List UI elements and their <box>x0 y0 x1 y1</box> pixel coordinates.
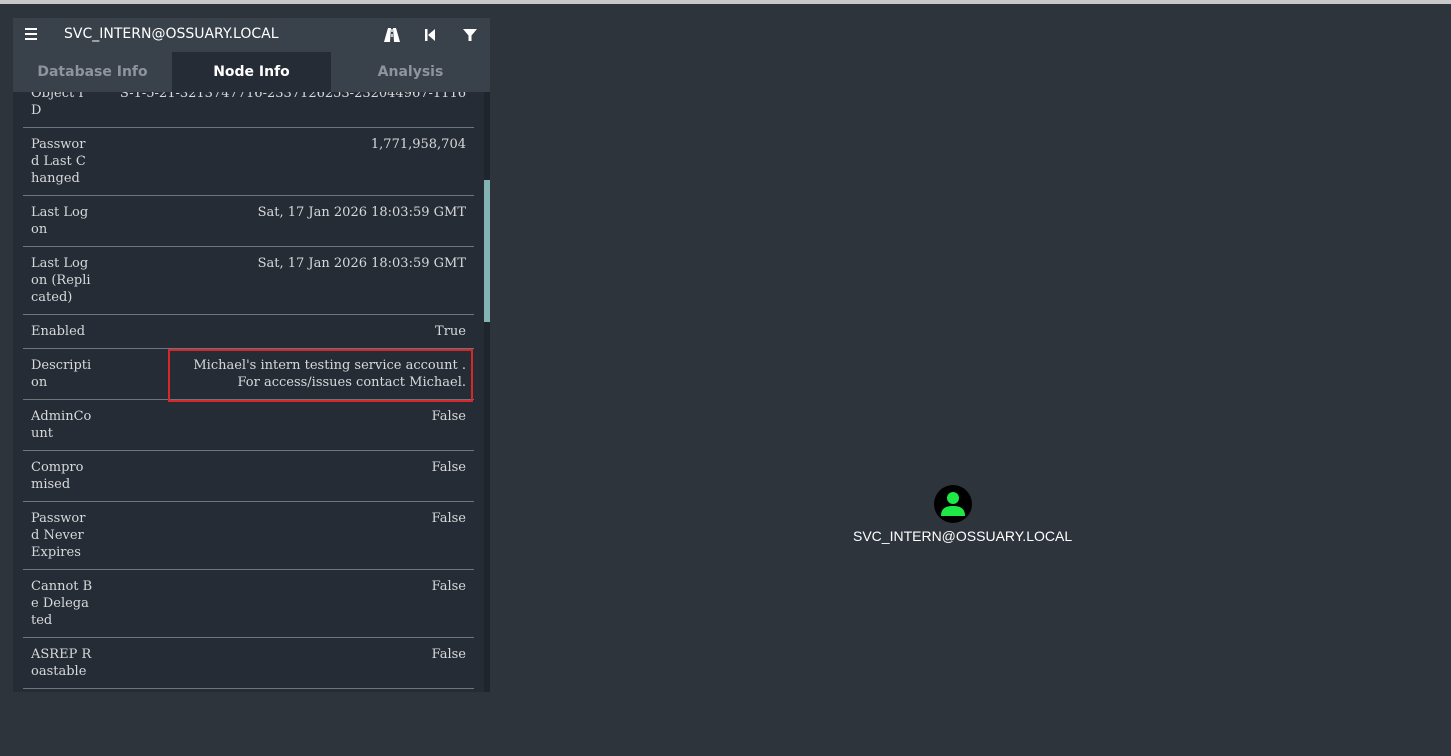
window-top-strip <box>0 0 1451 4</box>
graph-node-label[interactable]: SVC_INTERN@OSSUARY.LOCAL <box>853 528 1072 544</box>
property-row-admincount: AdminCount False <box>23 400 474 451</box>
property-row-cannot-be-delegated: Cannot Be Delegated False <box>23 570 474 638</box>
property-label: Description <box>31 358 92 390</box>
panel-tabs: Database Info Node Info Analysis <box>13 52 490 92</box>
property-value: 1,771,958,704 <box>370 137 466 152</box>
property-label: Password Never Expires <box>31 511 86 560</box>
property-label: ASREP Roastable <box>31 647 92 679</box>
property-row-object-id: Object ID S-1-5-21-3213747716-2337126253… <box>23 92 474 128</box>
property-value: Sat, 17 Jan 2026 18:03:59 GMT <box>257 205 466 220</box>
road-icon[interactable] <box>383 26 401 44</box>
property-row-enabled: Enabled True <box>23 315 474 349</box>
step-backward-icon[interactable] <box>421 26 439 44</box>
tab-database-info[interactable]: Database Info <box>13 52 172 92</box>
property-value: False <box>431 579 466 594</box>
property-label: Compromised <box>31 460 84 492</box>
user-icon[interactable] <box>934 485 972 523</box>
property-row-asrep-roastable: ASREP Roastable False <box>23 638 474 689</box>
description-highlight-box <box>168 349 473 402</box>
property-label: Last Logon <box>31 205 89 237</box>
property-value: Sat, 17 Jan 2026 18:03:59 GMT <box>257 256 466 271</box>
property-value: False <box>431 511 466 526</box>
property-value: False <box>431 409 466 424</box>
panel-header: SVC_INTERN@OSSUARY.LOCAL <box>13 18 490 52</box>
property-row-compromised: Compromised False <box>23 451 474 502</box>
menu-icon[interactable] <box>25 27 39 43</box>
property-value: S-1-5-21-3213747716-2337126253-232044967… <box>119 92 466 101</box>
property-row-password-never-expires: Password Never Expires False <box>23 502 474 570</box>
property-value: False <box>431 460 466 475</box>
selected-node-title: SVC_INTERN@OSSUARY.LOCAL <box>64 26 279 42</box>
filter-icon[interactable] <box>461 26 479 44</box>
tab-analysis[interactable]: Analysis <box>331 52 490 92</box>
property-label: Cannot Be Delegated <box>31 579 93 628</box>
property-row-last-logon: Last Logon Sat, 17 Jan 2026 18:03:59 GMT <box>23 196 474 247</box>
property-row-last-logon-replicated: Last Logon (Replicated) Sat, 17 Jan 2026… <box>23 247 474 315</box>
scrollbar-thumb[interactable] <box>484 180 490 322</box>
property-label: AdminCount <box>31 409 92 441</box>
tab-node-info[interactable]: Node Info <box>172 52 331 92</box>
property-label: Last Logon (Replicated) <box>31 256 91 305</box>
property-value: False <box>431 647 466 662</box>
property-label: Enabled <box>31 324 86 339</box>
property-row-password-last-changed: Password Last Changed 1,771,958,704 <box>23 128 474 196</box>
property-label: Password Last Changed <box>31 137 86 186</box>
property-label: Object ID <box>31 92 84 118</box>
property-value: True <box>435 324 466 339</box>
